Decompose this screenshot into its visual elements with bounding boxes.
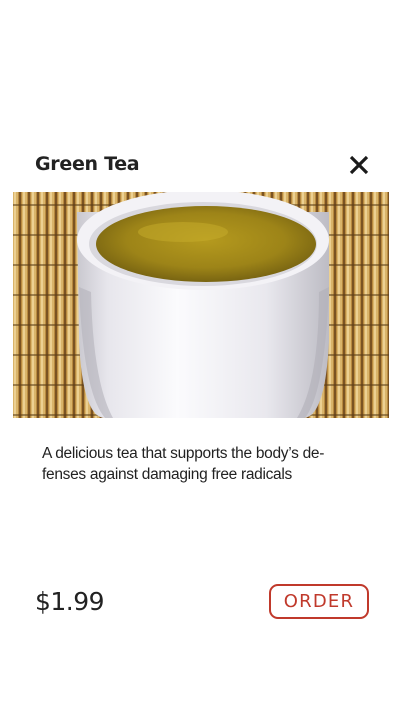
tea-cup-image [13,192,389,418]
close-icon [349,155,369,175]
item-description: A delicious tea that supports the body’s… [42,445,325,483]
order-button[interactable]: ORDER [269,584,369,619]
item-title: Green Tea [35,153,140,175]
item-price: $1.99 [35,587,105,616]
close-button[interactable] [346,152,372,178]
